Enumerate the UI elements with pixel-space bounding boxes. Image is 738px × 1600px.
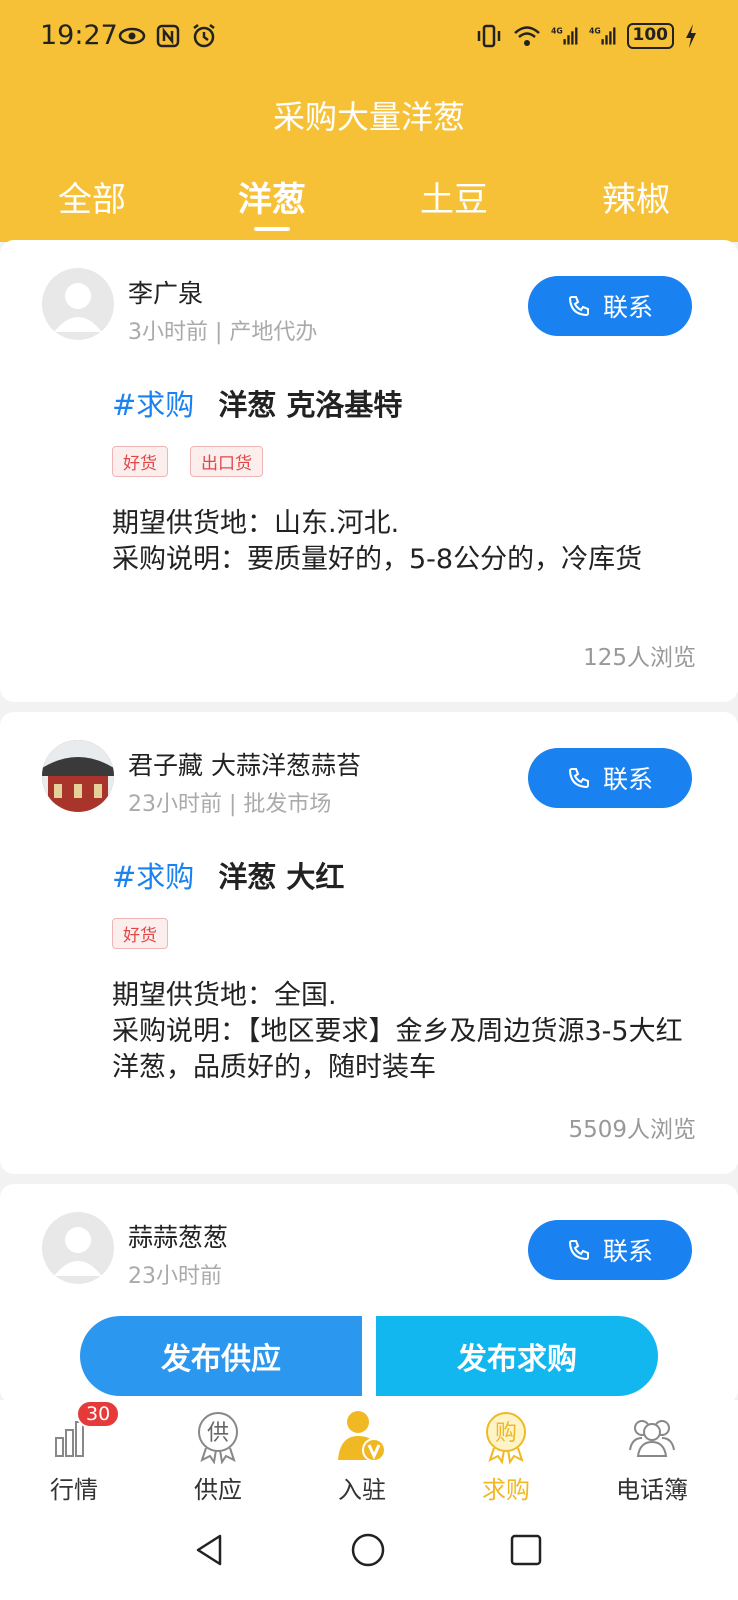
avatar bbox=[42, 268, 114, 340]
nav-label: 入驻 bbox=[338, 1476, 386, 1504]
nav-purchase[interactable]: 购 求购 bbox=[446, 1400, 566, 1520]
category-tabs: 全部 洋葱 土豆 辣椒 bbox=[0, 172, 738, 232]
supply-region: 期望供货地：山东.河北. bbox=[112, 508, 400, 539]
system-nav-bar bbox=[0, 1520, 738, 1600]
wifi-icon bbox=[513, 26, 540, 46]
nav-label: 求购 bbox=[482, 1476, 530, 1504]
avatar bbox=[42, 1212, 114, 1284]
phone-icon bbox=[568, 296, 589, 317]
avatar bbox=[42, 740, 114, 812]
tag-export: 出口货 bbox=[190, 446, 263, 477]
contact-button[interactable]: 联系 bbox=[528, 1220, 692, 1280]
poster-name: 蒜蒜葱葱 bbox=[128, 1223, 229, 1252]
tab-potato[interactable]: 土豆 bbox=[394, 172, 514, 221]
page-title: 采购大量洋葱 bbox=[272, 98, 465, 136]
eye-icon bbox=[118, 27, 146, 45]
supply-region: 期望供货地：全国. bbox=[112, 980, 337, 1011]
market-badge: 30 bbox=[76, 1400, 121, 1428]
contact-label: 联系 bbox=[602, 766, 653, 794]
publish-actions: 发布供应 发布求购 bbox=[80, 1316, 658, 1396]
status-bar: 19:27 4G 4G 100 bbox=[0, 0, 738, 74]
contacts-icon bbox=[629, 1420, 675, 1457]
post-heading: #求购 洋葱 大红 bbox=[112, 854, 344, 896]
nav-label: 供应 bbox=[194, 1476, 242, 1504]
nav-label: 电话簿 bbox=[616, 1476, 688, 1504]
bottom-nav: 30 行情 供 供应 入驻 购 求购 电话簿 bbox=[0, 1400, 738, 1520]
header: 19:27 4G 4G 100 采购大量洋葱 全部 洋葱 土豆 辣椒 bbox=[0, 0, 738, 242]
tag-good-goods: 好货 bbox=[112, 446, 168, 477]
charging-icon bbox=[686, 24, 696, 48]
tab-onion[interactable]: 洋葱 bbox=[212, 172, 332, 231]
contact-label: 联系 bbox=[602, 1238, 653, 1266]
poster-name: 君子藏 大蒜洋葱蒜苔 bbox=[128, 751, 361, 780]
home-icon[interactable] bbox=[350, 1532, 386, 1568]
post-description: 期望供货地：全国. 采购说明：【地区要求】金乡及周边货源3-5大红洋葱，品质好的… bbox=[112, 978, 692, 1086]
tag-good-goods: 好货 bbox=[112, 918, 168, 949]
post-heading: #求购 洋葱 克洛基特 bbox=[112, 382, 402, 424]
contact-button[interactable]: 联系 bbox=[528, 748, 692, 808]
publish-supply-button[interactable]: 发布供应 bbox=[80, 1316, 362, 1396]
status-time: 19:27 bbox=[40, 20, 118, 51]
post-meta: 23小时前 | 批发市场 bbox=[128, 792, 332, 817]
signal-4g-icon: 4G bbox=[551, 27, 577, 45]
quality-tags: 好货 出口货 bbox=[112, 446, 263, 477]
svg-text:购: 购 bbox=[495, 1421, 517, 1446]
purchase-post-card[interactable]: 李广泉 3小时前 | 产地代办 联系 #求购 洋葱 克洛基特 好货 出口货 期望供… bbox=[0, 240, 738, 702]
tab-onion-label: 洋葱 bbox=[238, 180, 306, 220]
svg-text:4G: 4G bbox=[551, 27, 563, 36]
purchase-post-card[interactable]: 君子藏 大蒜洋葱蒜苔 23小时前 | 批发市场 联系 #求购 洋葱 大红 好货 期… bbox=[0, 712, 738, 1174]
back-icon[interactable] bbox=[192, 1532, 228, 1568]
nav-label: 行情 bbox=[50, 1476, 98, 1504]
phone-icon bbox=[568, 768, 589, 789]
active-tab-indicator bbox=[254, 227, 290, 231]
tab-all[interactable]: 全部 bbox=[32, 172, 152, 221]
poster-name: 李广泉 bbox=[128, 279, 204, 308]
post-meta: 23小时前 bbox=[128, 1264, 222, 1289]
nav-supply[interactable]: 供 供应 bbox=[158, 1400, 278, 1520]
quality-tags: 好货 bbox=[112, 918, 168, 949]
signal-4g-icon-2: 4G bbox=[589, 27, 615, 45]
supply-seal-icon: 供 bbox=[198, 1412, 238, 1465]
phone-icon bbox=[568, 1240, 589, 1261]
hashtag[interactable]: #求购 bbox=[112, 388, 194, 422]
user-v-icon bbox=[338, 1411, 386, 1462]
view-count: 125人浏览 bbox=[583, 645, 696, 671]
view-count: 5509人浏览 bbox=[568, 1117, 696, 1143]
purchase-note: 采购说明：要质量好的，5-8公分的，冷库货 bbox=[112, 544, 643, 575]
post-description: 期望供货地：山东.河北. 采购说明：要质量好的，5-8公分的，冷库货 bbox=[112, 506, 692, 578]
alarm-icon bbox=[193, 24, 215, 48]
nav-market[interactable]: 30 行情 bbox=[14, 1400, 134, 1520]
svg-text:4G: 4G bbox=[589, 27, 601, 36]
vibrate-icon bbox=[477, 24, 500, 48]
product-name: 洋葱 克洛基特 bbox=[218, 388, 403, 422]
publish-purchase-button[interactable]: 发布求购 bbox=[376, 1316, 658, 1396]
contact-button[interactable]: 联系 bbox=[528, 276, 692, 336]
nav-join[interactable]: 入驻 bbox=[302, 1400, 422, 1520]
nav-contacts[interactable]: 电话簿 bbox=[592, 1400, 712, 1520]
recents-icon[interactable] bbox=[508, 1532, 544, 1568]
post-meta: 3小时前 | 产地代办 bbox=[128, 320, 318, 345]
purchase-note: 采购说明：【地区要求】金乡及周边货源3-5大红洋葱，品质好的，随时装车 bbox=[112, 1016, 683, 1083]
product-name: 洋葱 大红 bbox=[218, 860, 345, 894]
nfc-icon bbox=[156, 24, 180, 48]
hashtag[interactable]: #求购 bbox=[112, 860, 194, 894]
battery-indicator: 100 bbox=[626, 23, 674, 49]
tab-chili[interactable]: 辣椒 bbox=[576, 172, 696, 221]
contact-label: 联系 bbox=[602, 294, 653, 322]
purchase-seal-icon: 购 bbox=[486, 1412, 526, 1465]
svg-text:供: 供 bbox=[207, 1421, 229, 1446]
